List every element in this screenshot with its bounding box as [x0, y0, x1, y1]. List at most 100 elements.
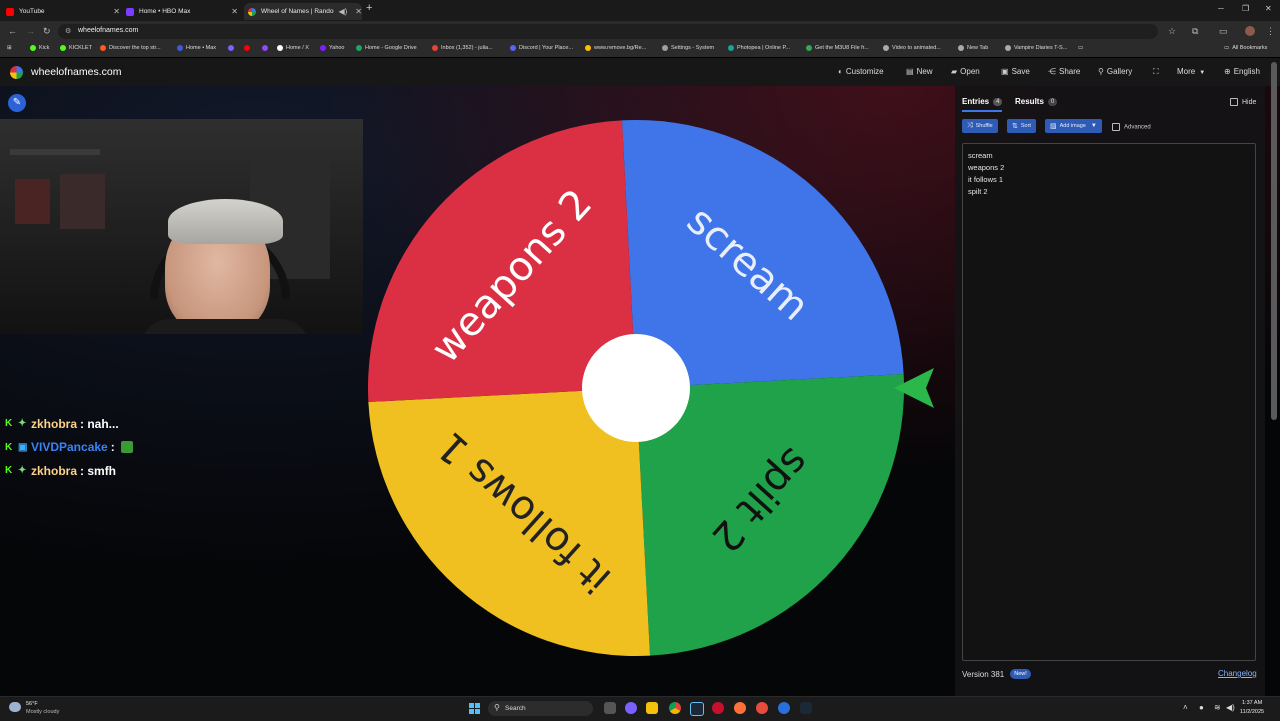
- task-view-icon[interactable]: [604, 702, 616, 714]
- header-button-open[interactable]: ▰ Open: [951, 67, 980, 76]
- extensions-icon[interactable]: ⧉: [1192, 26, 1198, 37]
- shuffle-button[interactable]: ⤨ Shuffle: [962, 119, 998, 133]
- header-button-share[interactable]: ⋲ Share: [1048, 67, 1080, 76]
- bookmark-item[interactable]: [244, 45, 253, 51]
- bookmark-item[interactable]: KICKLET: [60, 45, 92, 51]
- bookmark-folder-icon[interactable]: ▭: [1078, 45, 1083, 51]
- tab-youtube[interactable]: YouTube ✕: [6, 3, 120, 20]
- bookmark-item[interactable]: New Tab: [958, 45, 988, 51]
- checkbox-icon: [1230, 98, 1238, 106]
- wheel-center-hub[interactable]: [582, 334, 690, 442]
- new-tab-icon[interactable]: +: [366, 2, 372, 14]
- steam-icon[interactable]: [690, 702, 704, 716]
- star-icon[interactable]: ☆: [1168, 26, 1176, 37]
- clock-time[interactable]: 1:37 AM: [1242, 700, 1262, 706]
- header-button-more[interactable]: More ▼: [1177, 67, 1205, 76]
- steam-icon[interactable]: [800, 702, 812, 714]
- chrome-icon[interactable]: [669, 702, 681, 714]
- tab-results[interactable]: Results 0: [1015, 97, 1058, 106]
- forward-icon[interactable]: →: [26, 26, 35, 36]
- bookmark-item[interactable]: [228, 45, 237, 51]
- edit-pencil-button[interactable]: ✎: [8, 94, 26, 112]
- bookmark-item[interactable]: Discord | Your Place...: [510, 45, 573, 51]
- maximize-icon[interactable]: ❐: [1242, 4, 1249, 13]
- profile-avatar[interactable]: [1245, 26, 1255, 36]
- header-button-english[interactable]: ⊕ English: [1224, 67, 1260, 76]
- audio-icon[interactable]: ◀): [338, 7, 347, 16]
- firefox-icon[interactable]: [734, 702, 746, 714]
- changelog-link[interactable]: Changelog: [1218, 669, 1257, 678]
- weather-temperature[interactable]: 56°F: [26, 701, 38, 707]
- wheel-logo-icon[interactable]: [10, 66, 23, 79]
- search-placeholder: Search: [505, 705, 526, 712]
- wifi-icon[interactable]: ≋: [1214, 703, 1221, 712]
- sort-button[interactable]: ⇅ Sort: [1007, 119, 1036, 133]
- entries-textarea[interactable]: scream weapons 2 it follows 1 spilt 2: [962, 143, 1256, 661]
- tab-wheel-of-names[interactable]: Wheel of Names | Random ◀) ✕: [244, 3, 362, 20]
- volume-icon[interactable]: ◀): [1226, 703, 1235, 712]
- bookmark-item[interactable]: Video to animated...: [883, 45, 941, 51]
- header-button-gallery[interactable]: ⚲ Gallery: [1098, 67, 1132, 76]
- close-tab-icon[interactable]: ✕: [355, 7, 362, 16]
- all-bookmarks[interactable]: ▭ All Bookmarks: [1224, 45, 1267, 51]
- bookmark-item[interactable]: Yahoo: [320, 45, 345, 51]
- name-wheel[interactable]: screamspilt 2it follows 1weapons 2: [360, 118, 940, 668]
- bookmark-item[interactable]: www.remove.bg/Re...: [585, 45, 646, 51]
- advanced-checkbox[interactable]: Advanced: [1112, 123, 1151, 131]
- bookmark-item[interactable]: [262, 45, 271, 51]
- cloud-icon[interactable]: [9, 702, 21, 712]
- webcam-overlay: [0, 119, 363, 334]
- header-button-customize[interactable]: ◐ Customize: [838, 67, 884, 76]
- page-scrollbar[interactable]: [1271, 62, 1277, 420]
- back-icon[interactable]: ←: [8, 26, 17, 36]
- bookmark-label: New Tab: [967, 45, 989, 51]
- taskbar-search[interactable]: ⚲ Search: [488, 701, 593, 716]
- bookmark-item[interactable]: Home • Max: [177, 45, 216, 51]
- windows-start-icon[interactable]: [469, 703, 480, 714]
- site-info-icon[interactable]: ⚙: [65, 27, 71, 35]
- chat-app-icon[interactable]: [625, 702, 637, 714]
- menu-icon[interactable]: ⋮: [1266, 26, 1275, 37]
- close-tab-icon[interactable]: ✕: [231, 7, 238, 16]
- bookmark-item[interactable]: Kick: [30, 45, 49, 51]
- file-icon: ▤: [906, 67, 914, 76]
- bookmark-item[interactable]: Photopea | Online P...: [728, 45, 790, 51]
- sidebar-icon[interactable]: ▭: [1219, 26, 1228, 37]
- hide-checkbox[interactable]: Hide: [1230, 98, 1256, 106]
- url-field[interactable]: ⚙ wheelofnames.com: [58, 24, 1158, 39]
- header-button-label: English: [1233, 67, 1260, 76]
- bookmark-item[interactable]: Home - Google Drive: [356, 45, 417, 51]
- file-explorer-icon[interactable]: [646, 702, 658, 714]
- streamer-cap: [168, 199, 283, 244]
- tab-entries[interactable]: Entries 4: [962, 97, 1003, 106]
- header-button-save[interactable]: ▣ Save: [1001, 67, 1030, 76]
- weather-description[interactable]: Mostly cloudy: [26, 709, 59, 715]
- site-title[interactable]: wheelofnames.com: [31, 66, 121, 78]
- bookmark-item[interactable]: Settings - System: [662, 45, 714, 51]
- bookmark-label: Get the M3U8 File fr...: [815, 45, 869, 51]
- bookmark-item[interactable]: Discover the top str...: [100, 45, 161, 51]
- microphone-icon[interactable]: ●: [1199, 703, 1204, 712]
- apps-icon[interactable]: ⊞: [7, 45, 12, 51]
- clock-date[interactable]: 11/2/2025: [1240, 709, 1264, 715]
- bookmark-item[interactable]: Inbox (1,352) - julia...: [432, 45, 493, 51]
- bookmark-favicon-icon: [432, 45, 438, 51]
- app-icon[interactable]: [778, 702, 790, 714]
- add-image-button[interactable]: ▨ Add image ▼: [1045, 119, 1102, 133]
- reload-icon[interactable]: ↻: [43, 26, 51, 36]
- bookmark-item[interactable]: Home / X: [277, 45, 309, 51]
- close-window-icon[interactable]: ✕: [1265, 4, 1272, 13]
- header-button-new[interactable]: ▤ New: [906, 67, 933, 76]
- bookmark-item[interactable]: Vampire Diaries T-S...: [1005, 45, 1067, 51]
- all-bookmarks-label: All Bookmarks: [1232, 45, 1268, 51]
- tray-chevron-up-icon[interactable]: ˄: [1183, 703, 1188, 712]
- app-icon[interactable]: [756, 702, 768, 714]
- close-tab-icon[interactable]: ✕: [113, 7, 120, 16]
- opera-icon[interactable]: [712, 702, 724, 714]
- header-button-label: Customize: [845, 67, 884, 76]
- minimize-icon[interactable]: ─: [1218, 4, 1224, 13]
- bookmark-label: Home • Max: [186, 45, 217, 51]
- header-button-fullscreen[interactable]: ⛶: [1153, 67, 1162, 77]
- tab-hbo-max[interactable]: Home • HBO Max ✕: [126, 3, 238, 20]
- bookmark-item[interactable]: Get the M3U8 File fr...: [806, 45, 869, 51]
